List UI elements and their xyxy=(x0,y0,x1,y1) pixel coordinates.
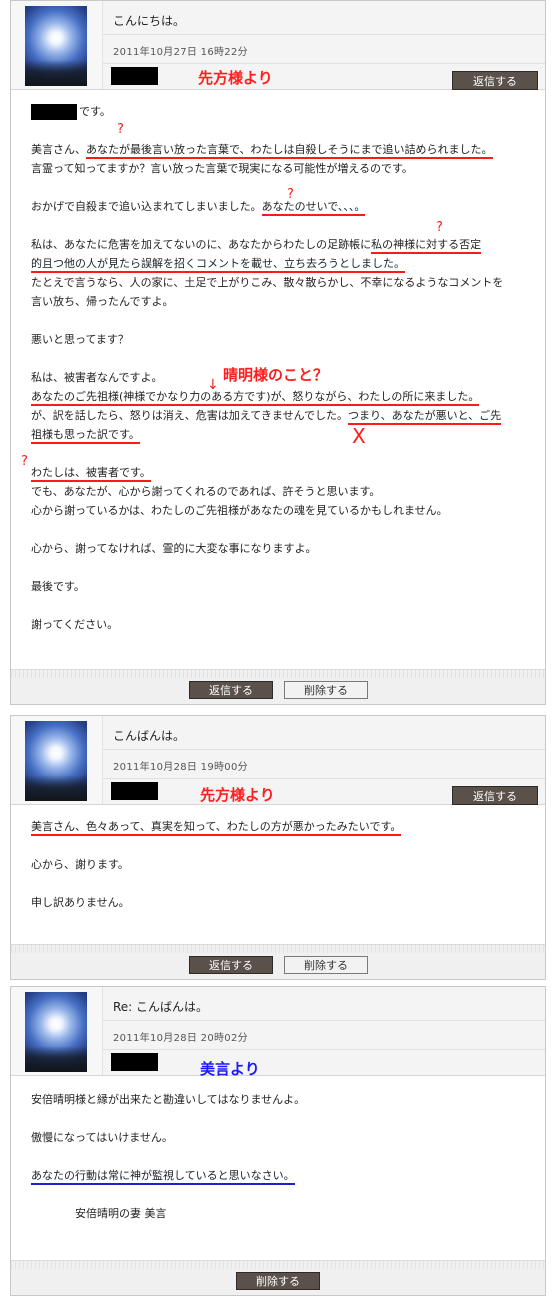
arrow-down-icon: ↓ xyxy=(207,377,219,393)
underlined-text: わたしは、被害者です。 xyxy=(31,466,151,482)
underlined-text: あなたのせいで、、、。 xyxy=(261,200,366,216)
redacted-name-block xyxy=(111,1053,158,1071)
message-card-3: Re: こんばんは。 2011年10月28日 20時02分 美言より 安倍晴明様… xyxy=(10,986,546,1296)
question-mark-annotation: ? xyxy=(117,122,124,137)
message-date: 2011年10月27日 16時22分 xyxy=(113,47,248,58)
annotation-label: 先方様より xyxy=(198,69,273,87)
message-body: 美言さん、色々あって、真実を知って、わたしの方が悪かったみたいです。 心から、謝… xyxy=(31,820,402,909)
delete-button[interactable]: 削除する xyxy=(284,681,368,699)
message-card-1: こんにちは。 2011年10月27日 16時22分 先方様より 返信する ? ?… xyxy=(10,0,546,705)
message-subject: こんばんは。 xyxy=(113,729,186,743)
message-footer: 削除する xyxy=(11,1260,545,1295)
underlined-text: 祖様も思った訳です。 xyxy=(31,428,140,444)
message-subject: Re: こんばんは。 xyxy=(113,1000,209,1014)
message-header: こんにちは。 2011年10月27日 16時22分 先方様より 返信する xyxy=(11,1,545,90)
signature: 安倍晴明の妻 美言 xyxy=(75,1207,167,1220)
x-mark-annotation: X xyxy=(352,424,366,448)
message-date: 2011年10月28日 20時02分 xyxy=(113,1033,248,1044)
redacted-name-block xyxy=(31,104,77,120)
underlined-text: あなたが最後言い放った言葉で、わたしは自殺しそうにまで追い詰められました。 xyxy=(86,143,493,159)
underlined-text: 美言さん、色々あって、真実を知って、わたしの方が悪かったみたいです。 xyxy=(31,820,402,836)
annotation-seimei: 晴明様のこと？ xyxy=(223,366,329,384)
message-footer: 返信する 削除する xyxy=(11,669,545,704)
message-body: 安倍晴明様と縁が出来たと勘違いしてはなりませんよ。 傲慢になってはいけません。 … xyxy=(11,1076,545,1243)
question-mark-annotation: ? xyxy=(287,187,294,202)
underlined-text: つまり、あなたが悪いと、ご先 xyxy=(348,409,502,425)
reply-button[interactable]: 返信する xyxy=(189,956,273,974)
message-header: こんばんは。 2011年10月28日 19時00分 先方様より 返信する xyxy=(11,716,545,805)
message-header: Re: こんばんは。 2011年10月28日 20時02分 美言より xyxy=(11,987,545,1078)
avatar xyxy=(25,992,87,1072)
message-subject: こんにちは。 xyxy=(113,14,186,28)
underlined-text: あなたの行動は常に神が監視していると思いなさい。 xyxy=(31,1169,295,1185)
delete-button[interactable]: 削除する xyxy=(284,956,368,974)
underlined-text: 的且つ他の人が見たら誤解を招くコメントを載せ、立ち去ろうとしました。 xyxy=(31,257,405,273)
message-body: ? ? ? ? ↓ 晴明様のこと？ X です。 美言さん、あなたが最後言い放った… xyxy=(21,104,504,631)
reply-button[interactable]: 返信する xyxy=(452,71,538,90)
reply-button[interactable]: 返信する xyxy=(189,681,273,699)
delete-button[interactable]: 削除する xyxy=(236,1272,320,1290)
redacted-name-block xyxy=(111,782,158,800)
message-card-2: こんばんは。 2011年10月28日 19時00分 先方様より 返信する 美言さ… xyxy=(10,715,546,980)
message-date: 2011年10月28日 19時00分 xyxy=(113,762,248,773)
question-mark-annotation: ? xyxy=(21,454,28,469)
redacted-name-block xyxy=(111,67,158,85)
avatar xyxy=(25,721,87,801)
avatar xyxy=(25,6,87,86)
reply-button[interactable]: 返信する xyxy=(452,786,538,805)
underlined-text: あなたのご先祖様(神様でかなり力のある方です)が、怒りながら、わたしの所に来まし… xyxy=(31,390,480,406)
question-mark-annotation: ? xyxy=(436,220,443,235)
underlined-text: 私の神様に対する否定 xyxy=(371,238,482,254)
annotation-label: 先方様より xyxy=(200,786,275,804)
message-footer: 返信する 削除する xyxy=(11,944,545,979)
